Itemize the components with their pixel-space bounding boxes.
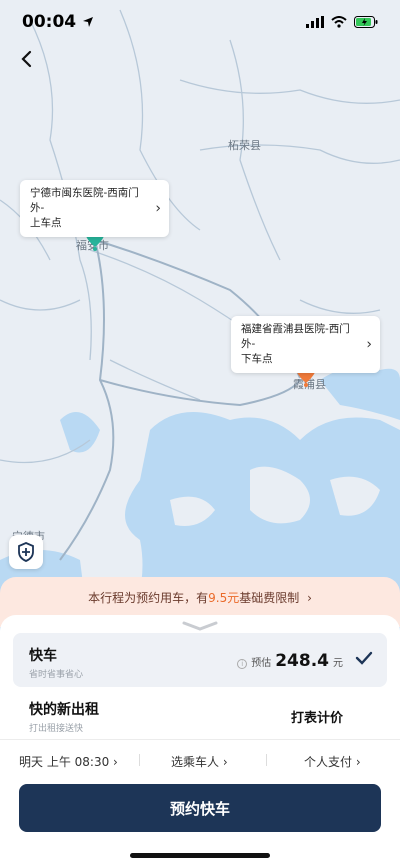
status-time: 00:04 <box>22 12 77 32</box>
pickup-bubble[interactable]: 宁德市闽东医院-西南门外- 上车点 › <box>20 180 169 237</box>
wifi-icon <box>331 16 347 28</box>
status-icons <box>306 16 378 28</box>
ride-option-taxi[interactable]: 快的新出租 打出租接送快 打表计价 <box>13 693 387 737</box>
payment-selector[interactable]: 个人支付 › <box>304 753 361 770</box>
dropoff-tag: 下车点 <box>241 353 273 365</box>
home-indicator <box>130 853 270 858</box>
pickup-tag: 上车点 <box>30 217 62 229</box>
estimate-label: 预估 <box>251 658 272 669</box>
divider <box>266 754 267 766</box>
chevron-right-icon: › <box>366 336 372 352</box>
signal-icon <box>306 16 324 28</box>
ride-option-subtitle: 省时省事省心 <box>29 670 84 680</box>
chevron-right-icon: › <box>155 200 161 216</box>
notice-prefix: 本行程为预约用车，有 <box>88 590 209 605</box>
passenger-selector[interactable]: 选乘车人 › <box>171 753 228 770</box>
map-label-zherong: 柘荣县 <box>228 139 261 152</box>
meter-pricing: 打表计价 <box>290 711 343 726</box>
status-time-group: 00:04 <box>22 12 94 32</box>
ride-option-title: 快车 <box>29 648 57 664</box>
divider <box>139 754 140 766</box>
pickup-name: 宁德市闽东医院-西南门外- <box>30 187 139 214</box>
checkmark-icon <box>355 651 373 665</box>
notice-arrow: › <box>307 590 312 605</box>
ride-option-title: 快的新出租 <box>29 702 99 718</box>
battery-icon <box>354 16 378 28</box>
sheet-handle-icon[interactable] <box>182 621 218 631</box>
ride-option-express[interactable]: 快车 省时省事省心 i 预估 248.4 元 <box>13 633 387 687</box>
safety-button[interactable] <box>9 535 43 569</box>
trip-preferences: 明天 上午 08:30 › 选乘车人 › 个人支付 › <box>0 751 400 771</box>
departure-time-selector[interactable]: 明天 上午 08:30 › <box>19 753 118 770</box>
shield-plus-icon <box>18 542 34 562</box>
location-arrow-icon <box>83 17 94 27</box>
chevron-left-icon <box>21 50 32 68</box>
status-bar: 00:04 <box>0 0 400 44</box>
back-button[interactable] <box>14 47 38 71</box>
notice-amount: 9.5元 <box>208 590 240 605</box>
estimate-price: 248.4 <box>275 651 329 671</box>
dropoff-bubble[interactable]: 福建省霞浦县医院-西门外- 下车点 › <box>231 316 380 373</box>
bottom-sheet: 快车 省时省事省心 i 预估 248.4 元 快的新出租 打出租接送快 打表计价… <box>0 615 400 865</box>
notice-text: 本行程为预约用车，有9.5元基础费限制 › <box>88 589 312 606</box>
book-express-button[interactable]: 预约快车 <box>19 784 381 832</box>
dropoff-name: 福建省霞浦县医院-西门外- <box>241 323 350 350</box>
divider <box>0 739 400 740</box>
estimate-unit: 元 <box>333 658 343 669</box>
info-icon[interactable]: i <box>237 659 248 669</box>
notice-suffix: 基础费限制 <box>239 590 300 605</box>
price-estimate: i 预估 248.4 元 <box>237 651 343 671</box>
ride-option-subtitle: 打出租接送快 <box>29 724 84 734</box>
